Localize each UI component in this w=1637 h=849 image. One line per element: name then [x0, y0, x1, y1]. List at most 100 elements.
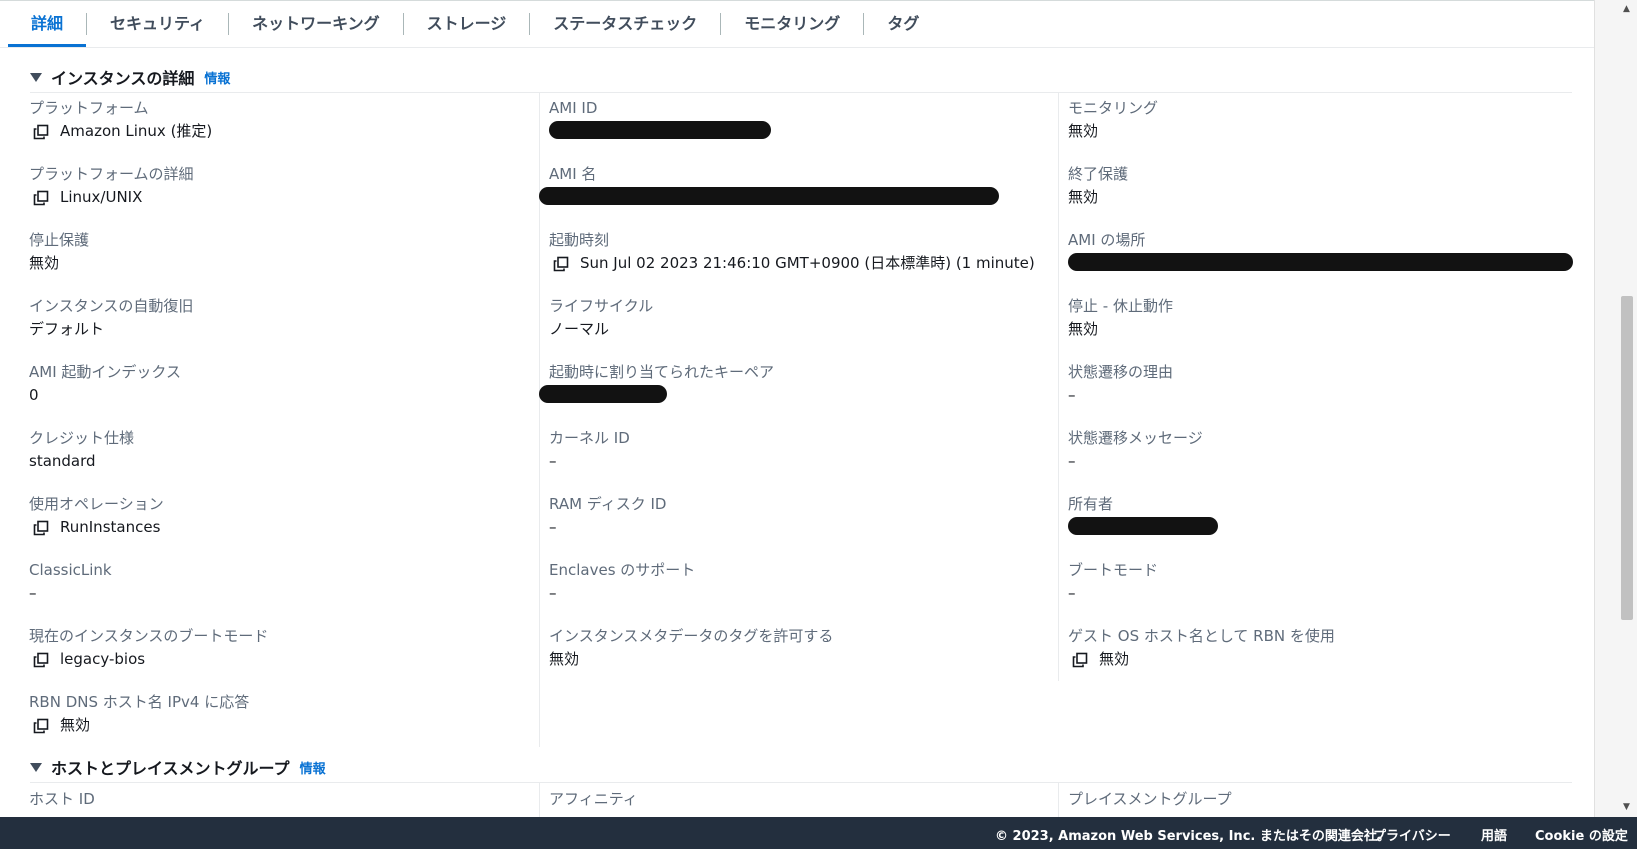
- field-value-row: Amazon Linux (推定): [29, 121, 212, 142]
- redaction-mark: [549, 121, 771, 139]
- host-placement-title: ホストとプレイスメントグループ: [51, 759, 290, 778]
- tab-monitoring[interactable]: モニタリング: [721, 1, 863, 47]
- copy-icon[interactable]: [33, 651, 55, 669]
- detail-field: RBN DNS ホスト名 IPv4 に応答 無効: [29, 692, 249, 736]
- field-value-row: –: [549, 451, 630, 472]
- field-label: 状態遷移メッセージ: [1068, 429, 1203, 447]
- field-label: AMI の場所: [1068, 231, 1146, 249]
- detail-field: AMI ID: [549, 98, 771, 139]
- scroll-down-arrow-icon[interactable]: ▼: [1623, 802, 1630, 812]
- field-value: –: [29, 584, 37, 602]
- detail-field: モニタリング 無効: [1068, 98, 1158, 142]
- detail-field: AMI の場所: [1068, 230, 1573, 271]
- host-placement-header[interactable]: ホストとプレイスメントグループ 情報: [30, 755, 326, 779]
- field-label: 終了保護: [1068, 165, 1129, 183]
- detail-field: ライフサイクル ノーマル: [549, 296, 653, 340]
- copy-icon[interactable]: [33, 519, 55, 537]
- caret-down-icon[interactable]: [30, 72, 42, 82]
- field-label: AMI 起動インデックス: [29, 363, 181, 381]
- copy-icon[interactable]: [1072, 651, 1094, 669]
- field-value-row: [1068, 253, 1573, 271]
- field-label: RBN DNS ホスト名 IPv4 に応答: [29, 693, 250, 711]
- field-value-row: 無効: [549, 649, 833, 670]
- detail-field: プラットフォーム Amazon Linux (推定): [29, 98, 212, 142]
- tab-tags[interactable]: タグ: [864, 1, 942, 47]
- field-label: 起動時に割り当てられたキーペア: [549, 363, 775, 381]
- field-value-row: 0: [29, 385, 181, 406]
- instance-details-info-link[interactable]: 情報: [204, 68, 230, 87]
- detail-field: RAM ディスク ID –: [549, 494, 666, 538]
- scroll-up-arrow-icon[interactable]: ▲: [1623, 4, 1630, 14]
- field-value: Linux/UNIX: [60, 188, 143, 206]
- section-divider: [30, 782, 1572, 783]
- field-value: Sun Jul 02 2023 21:46:10 GMT+0900 (日本標準時…: [580, 254, 1035, 272]
- field-label: Enclaves のサポート: [549, 561, 696, 579]
- field-label: 現在のインスタンスのブートモード: [29, 627, 269, 645]
- field-value: –: [1068, 452, 1076, 470]
- tabs-divider: [0, 47, 1594, 48]
- redaction-mark: [1068, 517, 1218, 535]
- field-value-row: 無効: [29, 253, 89, 274]
- detail-field: AMI 起動インデックス 0: [29, 362, 181, 406]
- field-value-row: legacy-bios: [29, 649, 268, 670]
- footer-privacy-link[interactable]: プライバシー: [1373, 825, 1451, 844]
- field-value-row: [549, 121, 771, 139]
- field-value: 無効: [29, 254, 60, 272]
- field-host-id: ホスト ID: [29, 789, 95, 809]
- tab-networking[interactable]: ネットワーキング: [229, 1, 403, 47]
- copy-icon[interactable]: [553, 255, 575, 273]
- instance-details-title: インスタンスの詳細: [51, 69, 195, 88]
- host-placement-info-link[interactable]: 情報: [300, 758, 326, 777]
- detail-field: 起動時に割り当てられたキーペア: [539, 362, 775, 403]
- copy-icon[interactable]: [33, 189, 55, 207]
- field-value: ノーマル: [549, 320, 610, 338]
- detail-field: 停止 - 休止動作 無効: [1068, 296, 1173, 340]
- field-value-row: –: [549, 583, 695, 604]
- detail-field: Enclaves のサポート –: [549, 560, 695, 604]
- field-value-row: standard: [29, 451, 134, 472]
- detail-field: ブートモード –: [1068, 560, 1158, 604]
- footer-cookie-settings-link[interactable]: Cookie の設定: [1535, 825, 1628, 844]
- field-label: プラットフォーム: [29, 99, 149, 117]
- footer-terms-link[interactable]: 用語: [1481, 825, 1507, 844]
- copy-icon[interactable]: [33, 123, 55, 141]
- main-content: 詳細 セキュリティ ネットワーキング ストレージ ステータスチェック モニタリン…: [0, 0, 1594, 818]
- tab-security[interactable]: セキュリティ: [87, 1, 228, 47]
- field-value-row: [539, 385, 774, 403]
- detail-field: AMI 名: [539, 164, 999, 205]
- field-value-row: [1068, 517, 1218, 535]
- field-label: インスタンスの自動復旧: [29, 297, 194, 315]
- detail-field: 現在のインスタンスのブートモード legacy-bios: [29, 626, 268, 670]
- tab-storage[interactable]: ストレージ: [404, 1, 530, 47]
- detail-field: ClassicLink –: [29, 560, 112, 604]
- field-label: プレイスメントグループ: [1068, 790, 1232, 808]
- field-value: –: [549, 518, 557, 536]
- field-value: standard: [29, 452, 96, 470]
- field-label: AMI 名: [549, 165, 597, 183]
- redaction-mark: [539, 187, 999, 205]
- tab-status-checks[interactable]: ステータスチェック: [530, 1, 720, 47]
- field-value-row: –: [1068, 451, 1203, 472]
- vertical-scrollbar[interactable]: ▲ ▼: [1594, 0, 1637, 817]
- field-label: アフィニティ: [549, 790, 638, 808]
- field-value-row: –: [29, 583, 112, 604]
- caret-down-icon[interactable]: [30, 762, 42, 772]
- field-affinity: アフィニティ: [549, 789, 638, 809]
- detail-field: インスタンスの自動復旧 デフォルト: [29, 296, 193, 340]
- field-value: 無効: [1068, 320, 1099, 338]
- field-label: RAM ディスク ID: [549, 495, 667, 513]
- detail-field: プラットフォームの詳細 Linux/UNIX: [29, 164, 194, 208]
- detail-field: カーネル ID –: [549, 428, 630, 472]
- field-value-row: Sun Jul 02 2023 21:46:10 GMT+0900 (日本標準時…: [549, 253, 1035, 274]
- field-label: 停止 - 休止動作: [1068, 297, 1173, 315]
- footer: © 2023, Amazon Web Services, Inc. またはその関…: [0, 817, 1637, 849]
- copy-icon[interactable]: [33, 717, 55, 735]
- detail-field: 状態遷移メッセージ –: [1068, 428, 1203, 472]
- instance-details-header[interactable]: インスタンスの詳細 情報: [30, 65, 230, 89]
- tab-details[interactable]: 詳細: [8, 1, 87, 47]
- field-label: ライフサイクル: [549, 297, 654, 315]
- scrollbar-thumb[interactable]: [1621, 296, 1633, 620]
- field-value-row: 無効: [1068, 187, 1128, 208]
- field-value: 無効: [1068, 122, 1099, 140]
- field-value: –: [549, 584, 557, 602]
